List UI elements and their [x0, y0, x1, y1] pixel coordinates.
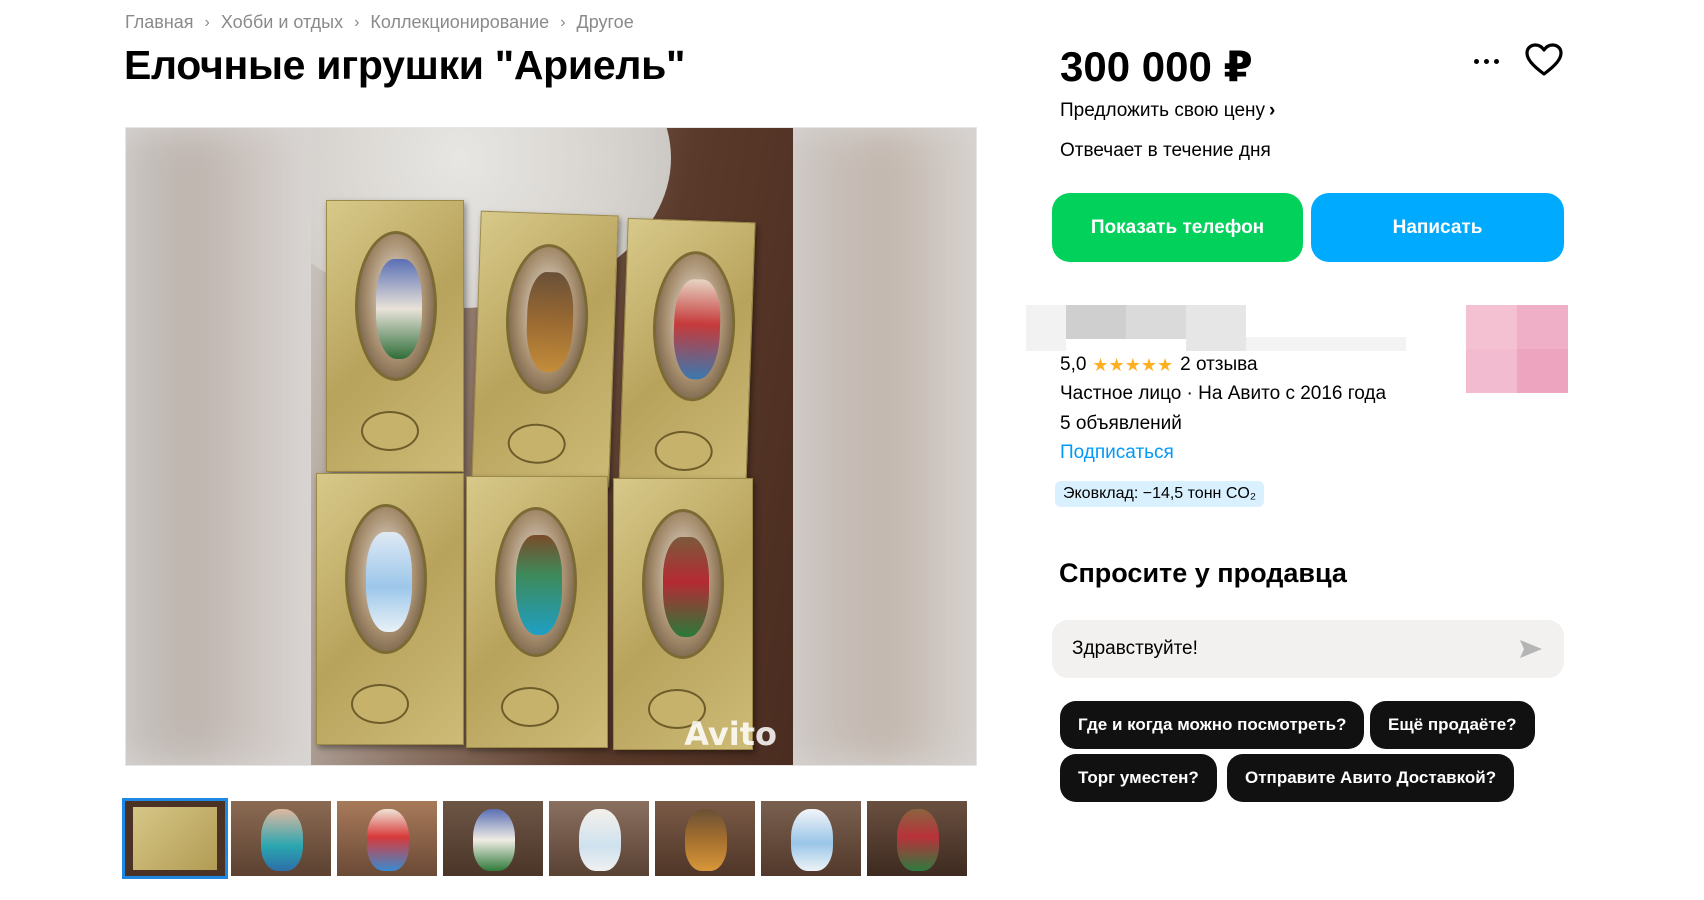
toy-box — [618, 217, 756, 495]
quick-question-chip[interactable]: Где и когда можно посмотреть? — [1060, 701, 1365, 749]
page-title: Елочные игрушки "Ариель" — [124, 42, 686, 88]
photo-blur-left — [126, 128, 302, 765]
toy-box — [316, 473, 464, 745]
eco-badge[interactable]: Эковклад: −14,5 тонн CO₂ — [1055, 481, 1265, 507]
breadcrumb-hobby[interactable]: Хобби и отдых — [221, 12, 343, 33]
quick-question-chip[interactable]: Отправите Авито Доставкой? — [1227, 754, 1515, 802]
breadcrumb-collecting[interactable]: Коллекционирование — [370, 12, 549, 33]
avito-watermark: Avito — [684, 715, 777, 753]
thumbnail-1[interactable] — [122, 798, 228, 879]
chevron-right-icon: › — [560, 13, 566, 31]
toy-box — [326, 200, 464, 472]
reply-time: Отвечает в течение дня — [1060, 140, 1271, 161]
toy-box — [466, 476, 608, 748]
thumbnail-5[interactable] — [549, 801, 649, 876]
write-message-button[interactable]: Написать — [1311, 193, 1564, 262]
rating-stars-icon: ★★★★★ — [1092, 354, 1174, 375]
breadcrumb: Главная › Хобби и отдых › Коллекциониров… — [125, 12, 634, 33]
avatar[interactable] — [1466, 305, 1568, 393]
seller-type: Частное лицо · На Авито с 2016 года — [1060, 383, 1387, 404]
photo-blur-right — [790, 128, 976, 765]
price: 300 000 ₽ — [1060, 43, 1253, 90]
quick-question-chip[interactable]: Торг уместен? — [1060, 754, 1217, 802]
more-options-icon[interactable] — [1468, 46, 1504, 76]
heart-icon[interactable] — [1524, 42, 1564, 78]
rating-value: 5,0 — [1060, 354, 1087, 375]
seller-name-blurred[interactable] — [1026, 305, 1406, 351]
thumbnail-6[interactable] — [655, 801, 755, 876]
toy-box — [613, 478, 753, 750]
show-phone-button[interactable]: Показать телефон — [1052, 193, 1303, 262]
offer-price-label: Предложить свою цену — [1060, 100, 1266, 121]
seller-rating: 5,0 ★★★★★ 2 отзыва — [1060, 354, 1258, 376]
thumbnail-4[interactable] — [443, 801, 543, 876]
message-input[interactable] — [1072, 638, 1518, 660]
seller-ads-count[interactable]: 5 объявлений — [1060, 413, 1182, 435]
chevron-right-icon: › — [354, 13, 360, 31]
offer-price-link[interactable]: Предложить свою цену › — [1060, 100, 1275, 122]
thumbnail-strip — [122, 798, 967, 879]
thumbnail-7[interactable] — [761, 801, 861, 876]
reviews-link[interactable]: 2 отзыва — [1180, 354, 1258, 376]
thumbnail-3[interactable] — [337, 801, 437, 876]
toy-box — [471, 210, 619, 488]
quick-question-chip[interactable]: Ещё продаёте? — [1370, 701, 1535, 749]
ask-seller-title: Спросите у продавца — [1059, 558, 1347, 588]
chevron-right-icon: › — [1269, 100, 1276, 121]
breadcrumb-other[interactable]: Другое — [577, 12, 634, 33]
breadcrumb-home[interactable]: Главная — [125, 12, 194, 33]
send-icon[interactable] — [1518, 638, 1544, 660]
product-photo: Avito — [311, 128, 793, 765]
chevron-right-icon: › — [204, 13, 210, 31]
thumbnail-2[interactable] — [231, 801, 331, 876]
subscribe-link[interactable]: Подписаться — [1060, 442, 1174, 464]
main-photo[interactable]: Avito — [125, 127, 977, 766]
thumbnail-8[interactable] — [867, 801, 967, 876]
message-box — [1052, 620, 1564, 678]
